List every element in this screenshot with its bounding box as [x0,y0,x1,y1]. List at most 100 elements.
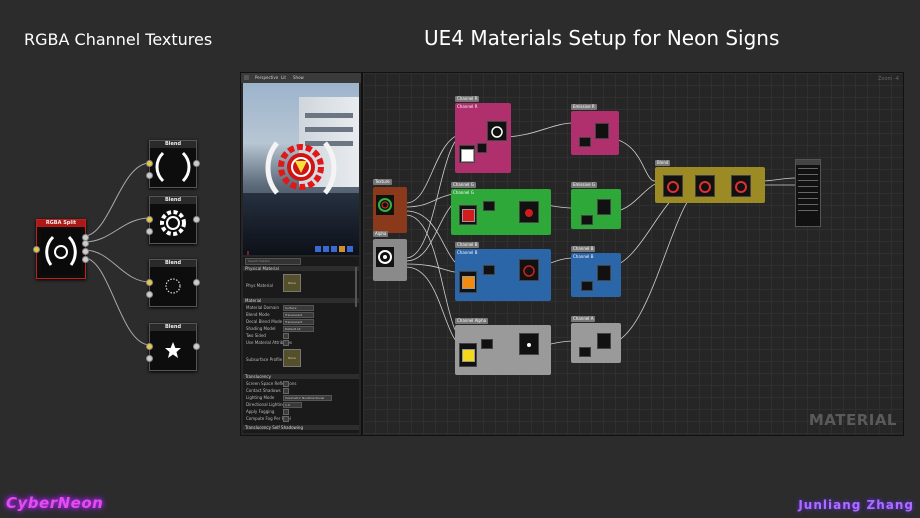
output-pin[interactable] [193,279,200,286]
show-button[interactable]: Show [293,75,304,80]
compute-fog-per-pixel-checkbox[interactable] [283,416,289,422]
add-node-2[interactable] [695,175,715,197]
channel-b-mask-node[interactable] [519,259,539,281]
decal-blend-mode-dropdown[interactable]: Translucent [283,319,314,325]
blend-node-green[interactable]: Blend [146,196,200,244]
channel-b-output-multiply[interactable] [597,265,611,281]
viewport-menu-icon[interactable] [244,75,249,80]
channel-b-color-node[interactable] [459,271,477,293]
blend-node-red[interactable]: Blend [146,140,200,188]
rgba-split-node[interactable]: RGBA Split [33,219,89,279]
texture-sample-node[interactable]: Texture [373,179,407,233]
emissive-r-param[interactable] [579,137,591,147]
channel-b-output-node[interactable]: Channel B Channel B [571,246,621,297]
shading-model-label: Shading Model [246,326,276,331]
preview-panel: Perspective Lit Show Search Details Phys… [241,73,363,435]
channel-a-output-node[interactable]: Channel A [571,316,621,363]
input-pin[interactable] [146,355,153,362]
comment-channel-b[interactable]: Channel B Channel B [455,242,551,301]
channel-alpha-mask-node[interactable] [519,333,539,355]
channel-r-color-node[interactable] [459,145,475,163]
material-domain-dropdown[interactable]: Surface [283,305,314,311]
phys-material-thumbnail[interactable]: None [283,274,301,292]
output-pin[interactable] [193,160,200,167]
material-preview-viewport[interactable] [243,83,359,255]
comment-channel-g[interactable]: Channel G Channel G [451,182,551,235]
channel-a-output-multiply[interactable] [597,333,611,349]
emissive-g-node[interactable]: Emissive G [571,182,621,229]
channel-b-output-title: Channel B [573,254,594,259]
two-sided-checkbox[interactable] [283,333,289,339]
add-node-3[interactable] [731,175,751,197]
input-pin[interactable] [146,172,153,179]
emissive-g-multiply[interactable] [597,199,611,215]
channel-r-multiply-node[interactable] [477,143,487,153]
material-output-node[interactable] [795,159,821,227]
cube-icon[interactable] [339,246,345,252]
material-output-header [796,160,820,165]
teapot-icon[interactable] [347,246,353,252]
channel-b-output-param[interactable] [581,281,593,291]
lit-button[interactable]: Lit [281,75,286,80]
directional-lighting-input[interactable]: 1.0 [283,402,302,408]
two-sided-label: Two Sided [246,333,266,338]
channel-b-multiply-node[interactable] [483,265,495,275]
cylinder-icon[interactable] [315,246,321,252]
input-pin[interactable] [146,343,153,350]
comment-channel-r[interactable]: Channel R Channel R [455,96,511,173]
channel-g-color-node[interactable] [459,205,477,225]
channel-g-mask-node[interactable] [519,201,539,223]
perspective-button[interactable]: Perspective [255,75,278,80]
output-pin-row [798,168,818,169]
emissive-r-node[interactable]: Emissive R [571,104,619,155]
input-pin[interactable] [146,216,153,223]
use-material-attributes-checkbox[interactable] [283,340,289,346]
plane-icon[interactable] [331,246,337,252]
section-translucency-self-shadowing[interactable]: Translucency Self Shadowing [243,425,359,430]
channel-a-output-param[interactable] [579,347,591,357]
blend-mode-dropdown[interactable]: Translucent [283,312,314,318]
output-pin-b[interactable] [82,248,89,255]
graph-wires [405,122,796,351]
emissive-g-param[interactable] [581,215,593,225]
channel-r-mask-node[interactable] [487,121,507,141]
blend-add-node[interactable]: Blend [655,160,765,203]
alpha-preview [376,247,394,267]
details-scrollbar[interactable] [355,267,357,307]
add-node-1[interactable] [663,175,683,197]
input-pin[interactable] [146,291,153,298]
output-pin[interactable] [193,216,200,223]
details-search-input[interactable]: Search Details [245,258,301,265]
channel-alpha-color-node[interactable] [459,343,477,367]
lighting-mode-dropdown[interactable]: Volumetric NonDirectional [283,395,332,401]
input-pin[interactable] [146,228,153,235]
blend-node-blue[interactable]: Blend [146,259,200,307]
blend-node-alpha[interactable]: Blend [146,323,200,371]
section-translucency[interactable]: Translucency [243,374,359,379]
material-graph-canvas[interactable]: Zoom -4 Texture Alpha Channel R Channel … [363,73,903,435]
rgba-split-node-title: RGBA Split [37,220,85,227]
comment-channel-alpha[interactable]: Channel Alpha [455,318,551,375]
output-pin-a[interactable] [82,256,89,263]
phys-material-label: Phys Material [246,283,273,288]
contact-shadows-checkbox[interactable] [283,388,289,394]
channel-alpha-multiply-node[interactable] [481,339,493,349]
subsurface-profile-thumbnail[interactable]: None [283,349,301,367]
apply-fogging-checkbox[interactable] [283,409,289,415]
sphere-icon[interactable] [323,246,329,252]
output-pin[interactable] [193,343,200,350]
alpha-sample-node[interactable]: Alpha [373,231,407,281]
emissive-r-multiply[interactable] [595,123,609,139]
screen-space-reflections-checkbox[interactable] [283,381,289,387]
input-pin[interactable] [33,246,40,253]
channel-g-multiply-node[interactable] [483,201,495,211]
channel-b-title: Channel B [457,250,478,255]
cyberneon-logo: CyberNeon [6,494,104,512]
alpha-tag: Alpha [373,231,389,237]
output-pin-g[interactable] [82,240,89,247]
shading-model-dropdown[interactable]: Default Lit [283,326,314,332]
input-pin[interactable] [146,160,153,167]
section-material[interactable]: Material [243,298,359,303]
input-pin[interactable] [146,279,153,286]
section-physical-material[interactable]: Physical Material [243,266,359,271]
